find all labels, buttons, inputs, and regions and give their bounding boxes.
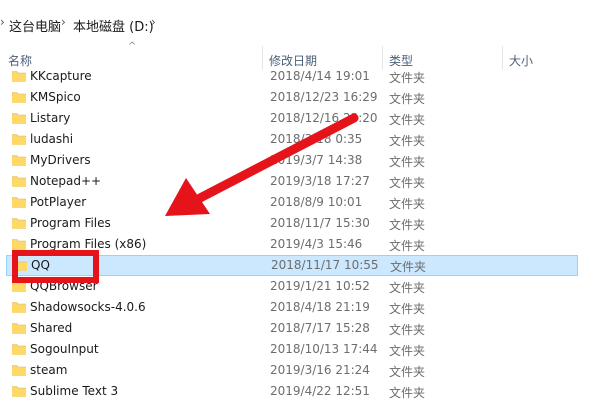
file-type: 文件夹	[389, 323, 426, 337]
file-type: 文件夹	[389, 239, 426, 253]
file-modified-date: 2018/8/9 10:01	[270, 195, 363, 209]
folder-icon	[11, 133, 27, 145]
file-modified-date: 2018/12/16 23:20	[270, 111, 378, 125]
annotation-highlight-box	[12, 250, 99, 283]
file-row[interactable]: steam 2019/3/16 21:24 文件夹	[0, 360, 600, 381]
breadcrumb-chevron-icon[interactable]: ›	[151, 15, 156, 29]
folder-icon	[11, 238, 27, 250]
folder-icon	[11, 91, 27, 103]
file-modified-date: 2018/4/18 21:19	[270, 300, 370, 314]
file-type: 文件夹	[389, 71, 426, 85]
file-modified-date: 2019/4/3 15:46	[270, 237, 363, 251]
folder-icon	[11, 364, 27, 376]
folder-icon	[11, 217, 27, 229]
file-row[interactable]: Shared 2018/7/17 15:28 文件夹	[0, 318, 600, 339]
folder-icon	[11, 112, 27, 124]
breadcrumb-this-pc[interactable]: 这台电脑	[9, 16, 61, 35]
file-modified-date: 2018/11/17 10:55	[271, 258, 379, 272]
file-modified-date: 2018/3/18 0:35	[270, 132, 363, 146]
file-type: 文件夹	[389, 281, 426, 295]
file-name: Shadowsocks-4.0.6	[30, 300, 146, 314]
file-type: 文件夹	[389, 134, 426, 148]
folder-icon	[11, 70, 27, 82]
file-name: Notepad++	[30, 174, 102, 188]
file-row[interactable]: Listary 2018/12/16 23:20 文件夹	[0, 108, 600, 129]
file-type: 文件夹	[389, 386, 426, 400]
file-name: KKcapture	[30, 69, 92, 83]
breadcrumb-chevron-icon[interactable]: ›	[61, 15, 66, 29]
file-name: KMSpico	[30, 90, 81, 104]
file-row[interactable]: Shadowsocks-4.0.6 2018/4/18 21:19 文件夹	[0, 297, 600, 318]
folder-icon	[11, 385, 27, 397]
file-type: 文件夹	[389, 197, 426, 211]
file-row[interactable]: Notepad++ 2019/3/18 17:27 文件夹	[0, 171, 600, 192]
file-modified-date: 2019/3/7 14:38	[270, 153, 363, 167]
folder-icon	[11, 175, 27, 187]
file-name: Program Files	[30, 216, 111, 230]
file-row[interactable]: KMSpico 2018/12/23 16:29 文件夹	[0, 87, 600, 108]
file-modified-date: 2019/4/22 12:51	[270, 384, 370, 398]
file-modified-date: 2018/7/17 15:28	[270, 321, 370, 335]
file-modified-date: 2018/4/14 19:01	[270, 69, 370, 83]
file-type: 文件夹	[389, 218, 426, 232]
file-name: Program Files (x86)	[30, 237, 147, 251]
folder-icon	[11, 301, 27, 313]
window-top-strip	[0, 0, 600, 6]
file-name: Sublime Text 3	[30, 384, 119, 398]
file-row[interactable]: MyDrivers 2019/3/7 14:38 文件夹	[0, 150, 600, 171]
folder-icon	[11, 196, 27, 208]
file-row[interactable]: KKcapture 2018/4/14 19:01 文件夹	[0, 66, 600, 87]
file-type: 文件夹	[389, 302, 426, 316]
file-modified-date: 2019/3/18 17:27	[270, 174, 370, 188]
address-bar[interactable]: › 这台电脑 › 本地磁盘 (D:) ›	[0, 10, 600, 39]
folder-icon	[11, 154, 27, 166]
file-type: 文件夹	[389, 344, 426, 358]
file-modified-date: 2018/12/23 16:29	[270, 90, 378, 104]
file-name: ludashi	[30, 132, 74, 146]
file-name: Shared	[30, 321, 73, 335]
file-row[interactable]: PotPlayer 2018/8/9 10:01 文件夹	[0, 192, 600, 213]
file-name: PotPlayer	[30, 195, 87, 209]
file-type: 文件夹	[389, 92, 426, 106]
file-row[interactable]: SogouInput 2018/10/13 17:44 文件夹	[0, 339, 600, 360]
file-modified-date: 2019/1/21 10:52	[270, 279, 370, 293]
breadcrumb-local-disk-d[interactable]: 本地磁盘 (D:)	[73, 16, 154, 35]
breadcrumb-chevron-icon[interactable]: ›	[0, 15, 5, 29]
file-modified-date: 2018/11/7 15:30	[270, 216, 370, 230]
file-modified-date: 2018/10/13 17:44	[270, 342, 378, 356]
file-name: MyDrivers	[30, 153, 91, 167]
file-type: 文件夹	[389, 176, 426, 190]
folder-icon	[11, 322, 27, 334]
file-type: 文件夹	[389, 113, 426, 127]
file-name: Listary	[30, 111, 71, 125]
file-row[interactable]: ludashi 2018/3/18 0:35 文件夹	[0, 129, 600, 150]
file-modified-date: 2019/3/16 21:24	[270, 363, 370, 377]
file-name: steam	[30, 363, 68, 377]
file-type: 文件夹	[390, 260, 427, 274]
file-row[interactable]: Program Files 2018/11/7 15:30 文件夹	[0, 213, 600, 234]
folder-icon	[11, 343, 27, 355]
sort-ascending-icon: ^	[128, 41, 137, 52]
file-type: 文件夹	[389, 155, 426, 169]
file-name: SogouInput	[30, 342, 99, 356]
file-row[interactable]: Sublime Text 3 2019/4/22 12:51 文件夹	[0, 381, 600, 402]
file-type: 文件夹	[389, 365, 426, 379]
